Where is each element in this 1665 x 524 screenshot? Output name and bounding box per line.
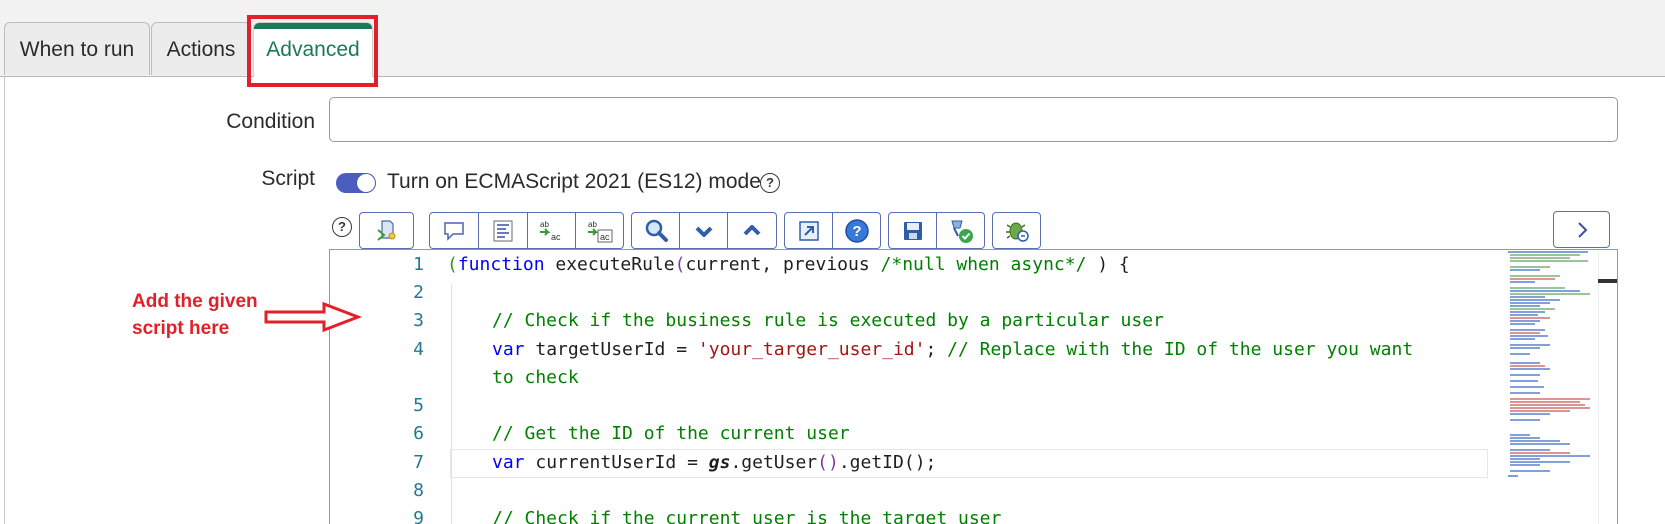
- save-icon: [903, 221, 922, 240]
- code-token: function: [457, 254, 545, 275]
- svg-text:ab: ab: [588, 220, 597, 229]
- replace-button[interactable]: ab ac: [528, 212, 576, 249]
- code-line-6: // Get the ID of the current user: [492, 423, 850, 444]
- line-number: 4: [413, 339, 424, 360]
- line-number: 5: [413, 395, 424, 416]
- annotation-arrow-icon: [264, 302, 363, 332]
- code-token: currentUserId =: [524, 452, 709, 473]
- toolbar-help-icon[interactable]: ?: [332, 217, 352, 237]
- code-line-4-wrap: to check: [492, 367, 579, 388]
- code-token: executeRule: [544, 254, 675, 275]
- tab-bar: When to run Actions Advanced: [0, 0, 1665, 77]
- chevron-up-icon: [743, 224, 761, 235]
- tab-actions[interactable]: Actions: [151, 22, 251, 75]
- code-token: (: [447, 254, 458, 275]
- fullscreen-icon: [798, 220, 819, 241]
- annotation-line-1: Add the given: [132, 291, 258, 312]
- code-line-4: var targetUserId = 'your_targer_user_id'…: [492, 339, 1413, 360]
- help-button[interactable]: ?: [833, 212, 881, 249]
- code-token: gs: [708, 452, 731, 473]
- search-button[interactable]: [631, 212, 680, 249]
- replace-all-button[interactable]: ab ac: [576, 212, 624, 249]
- tab-advanced[interactable]: Advanced: [253, 22, 373, 77]
- svg-text:ab: ab: [540, 220, 549, 229]
- find-previous-button[interactable]: [728, 212, 777, 249]
- code-token: .getUser: [730, 452, 818, 473]
- es12-toggle[interactable]: [336, 173, 376, 193]
- code-token: ) {: [1086, 254, 1130, 275]
- tab-when-to-run[interactable]: When to run: [4, 22, 150, 75]
- replace-icon: ab ac: [539, 220, 561, 242]
- annotation-text: Add the given script here: [132, 288, 282, 342]
- replace-all-icon: ab ac: [587, 220, 612, 242]
- code-token: // Replace with the ID of the user you w…: [947, 339, 1414, 360]
- code-token: .getID: [838, 452, 904, 473]
- chevron-down-icon: [695, 226, 712, 237]
- es12-toggle-label: Turn on ECMAScript 2021 (ES12) mode: [387, 170, 761, 193]
- line-number: 8: [413, 480, 424, 501]
- code-token: ();: [903, 452, 937, 473]
- line-number: 6: [413, 423, 424, 444]
- code-token: ;: [925, 339, 948, 360]
- svg-text:ac: ac: [551, 232, 561, 242]
- line-number: 7: [413, 452, 424, 473]
- expand-editor-button[interactable]: [1553, 211, 1610, 248]
- code-token: (: [674, 254, 686, 275]
- comment-icon: [444, 221, 464, 241]
- condition-input[interactable]: [329, 97, 1618, 142]
- code-token: var: [492, 452, 525, 473]
- code-token: current, previous: [685, 254, 881, 275]
- minimap-scrollbar[interactable]: [1598, 250, 1617, 524]
- script-include-icon: [376, 219, 395, 241]
- line-number: 2: [413, 282, 424, 303]
- script-editor[interactable]: 1 2 3 4 5 6 7 8 9 (function executeRule(…: [329, 249, 1618, 524]
- code-line-3: // Check if the business rule is execute…: [492, 310, 1164, 331]
- help-icon: ?: [844, 218, 869, 243]
- code-line-7: var currentUserId = gs.getUser().getID()…: [492, 452, 936, 473]
- es12-help-icon[interactable]: ?: [760, 173, 780, 193]
- debug-icon: [1005, 222, 1029, 242]
- script-label: Script: [261, 167, 315, 190]
- active-tab-indicator: [254, 23, 372, 29]
- editor-minimap[interactable]: [1504, 250, 1598, 524]
- toggle-knob: [357, 174, 375, 192]
- format-icon: [493, 220, 513, 241]
- annotation-line-2: script here: [132, 318, 230, 339]
- svg-text:ac: ac: [600, 232, 610, 242]
- line-number: 1: [413, 254, 424, 275]
- condition-label: Condition: [226, 110, 315, 133]
- code-token: (): [817, 452, 839, 473]
- line-number: 9: [413, 508, 424, 524]
- code-token: /*null when async*/: [880, 254, 1087, 275]
- fullscreen-button[interactable]: [784, 212, 833, 249]
- test-icon: [950, 220, 973, 243]
- tab-advanced-label: Advanced: [266, 38, 360, 61]
- svg-text:?: ?: [852, 223, 861, 240]
- code-token: targetUserId =: [524, 339, 698, 360]
- code-token: var: [492, 339, 525, 360]
- chevron-right-icon: [1577, 221, 1587, 238]
- code-line-1: (function executeRule(current, previous …: [447, 254, 1130, 275]
- search-icon: [645, 219, 668, 242]
- comment-button[interactable]: [429, 212, 479, 249]
- indent-guide: [451, 284, 452, 524]
- code-line-9: // Check if the current user is the targ…: [492, 508, 1002, 524]
- minimap-viewport-marker: [1598, 279, 1617, 283]
- code-token: 'your_targer_user_id': [697, 339, 926, 360]
- save-button[interactable]: [888, 212, 937, 249]
- find-next-button[interactable]: [680, 212, 728, 249]
- test-script-button[interactable]: [937, 212, 985, 249]
- format-button[interactable]: [479, 212, 528, 249]
- debug-button[interactable]: [992, 212, 1041, 249]
- script-include-button[interactable]: [359, 212, 414, 249]
